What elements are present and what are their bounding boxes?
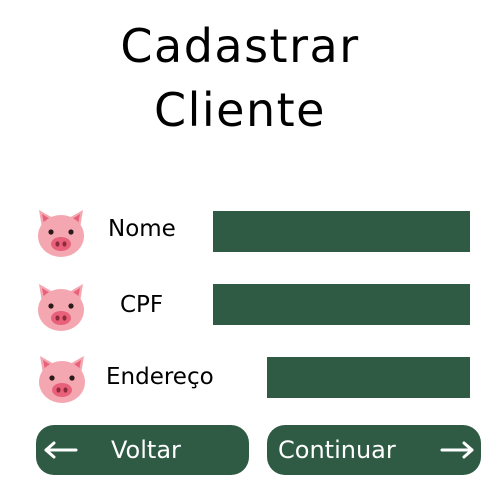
back-button-label: Voltar (111, 436, 181, 464)
register-client-screen: Cadastrar Cliente Nome CPF Endereço Volt… (0, 0, 500, 500)
page-title-line-1: Cadastrar (120, 19, 360, 73)
pig-icon (34, 350, 90, 406)
cpf-field[interactable] (213, 284, 470, 325)
continue-button[interactable]: Continuar (267, 425, 481, 475)
pig-icon (33, 278, 89, 334)
page-title-line-2: Cliente (154, 83, 326, 137)
back-button[interactable]: Voltar (36, 425, 249, 475)
pig-icon (33, 204, 89, 260)
address-field[interactable] (267, 357, 470, 398)
arrow-left-icon (42, 440, 80, 460)
cpf-label: CPF (120, 292, 164, 318)
name-label: Nome (108, 216, 176, 242)
arrow-right-icon (438, 440, 476, 460)
continue-button-label: Continuar (278, 436, 396, 464)
address-label: Endereço (106, 364, 214, 390)
name-field[interactable] (213, 211, 470, 252)
